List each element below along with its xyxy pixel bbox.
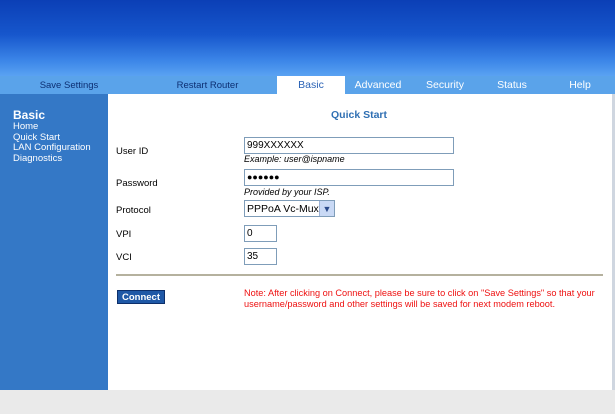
sidebar-item-home[interactable]: Home <box>13 121 91 133</box>
password-hint: Provided by your ISP. <box>244 187 330 197</box>
protocol-select[interactable]: PPPoA Vc-Mux ▼ <box>244 200 335 217</box>
divider <box>116 274 603 276</box>
chevron-down-icon[interactable]: ▼ <box>319 201 334 216</box>
restart-router-link[interactable]: Restart Router <box>138 76 277 94</box>
footer-bar <box>0 390 615 414</box>
main-content: Quick Start User ID Example: user@ispnam… <box>108 94 612 390</box>
tab-basic[interactable]: Basic <box>277 76 345 94</box>
user-id-hint: Example: user@ispname <box>244 154 345 164</box>
top-navigation: Save Settings Restart Router Basic Advan… <box>0 76 615 94</box>
save-settings-note: Note: After clicking on Connect, please … <box>244 288 595 309</box>
tab-status[interactable]: Status <box>479 76 545 94</box>
user-id-label: User ID <box>116 146 149 157</box>
header-banner <box>0 0 615 76</box>
sidebar-title: Basic <box>13 108 46 122</box>
vpi-input[interactable] <box>244 225 277 242</box>
tab-advanced[interactable]: Advanced <box>345 76 411 94</box>
password-label: Password <box>116 178 158 189</box>
vpi-label: VPI <box>116 229 132 240</box>
tab-help[interactable]: Help <box>545 76 615 94</box>
vci-input[interactable] <box>244 248 277 265</box>
connect-button[interactable]: Connect <box>117 290 165 304</box>
password-input[interactable]: ●●●●●● <box>244 169 454 186</box>
save-settings-link[interactable]: Save Settings <box>0 76 138 94</box>
user-id-input[interactable] <box>244 137 454 154</box>
sidebar-item-lan-configuration[interactable]: LAN Configuration <box>13 142 91 154</box>
sidebar: Basic Home Quick Start LAN Configuration… <box>0 94 108 390</box>
sidebar-item-diagnostics[interactable]: Diagnostics <box>13 153 91 165</box>
vci-label: VCI <box>116 252 132 263</box>
sidebar-links: Home Quick Start LAN Configuration Diagn… <box>13 121 91 165</box>
page-title: Quick Start <box>331 109 388 121</box>
protocol-value: PPPoA Vc-Mux <box>247 202 319 215</box>
tab-security[interactable]: Security <box>411 76 479 94</box>
protocol-label: Protocol <box>116 205 151 216</box>
